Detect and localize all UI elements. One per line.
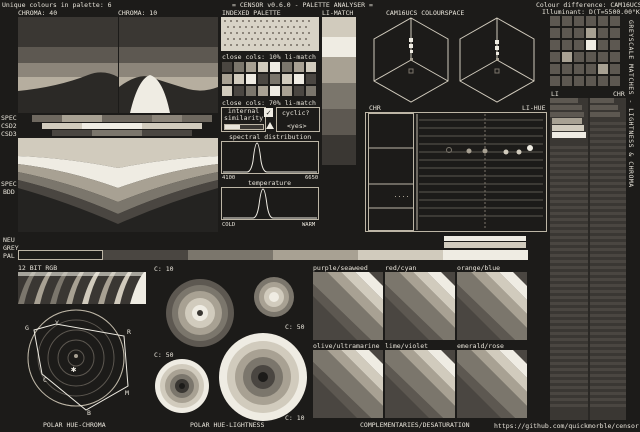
- pair-label-emerald-rose: emerald/rose: [457, 342, 504, 350]
- pair-label-purple-seaweed: purple/seaweed: [313, 264, 368, 272]
- csd3-label: CSD3: [1, 130, 17, 138]
- cold-label: COLD: [222, 222, 236, 228]
- complement-swatch-5: [385, 350, 455, 418]
- cyclic-value: <yes>: [287, 122, 307, 130]
- li-label: LI: [551, 90, 559, 98]
- warm-label: WARM: [302, 222, 316, 228]
- cyclic-checkbox[interactable]: ✓: [264, 108, 273, 117]
- c10b-label: C: 10: [285, 414, 305, 422]
- pair-label-red-cyan: red/cyan: [385, 264, 417, 272]
- complement-swatch-6: [457, 350, 527, 418]
- hue-lightness-disc-3: [155, 359, 209, 413]
- internal-similarity-label: internal similarity: [224, 107, 264, 122]
- chroma10-label: CHROMA: 10: [118, 9, 158, 17]
- close-cols-10-label: close cols: 10% li-match: [222, 53, 316, 61]
- similarity-bar: [224, 124, 264, 130]
- polar-letter-y: Y: [55, 319, 59, 327]
- li-match-label: LI-MATCH: [322, 9, 354, 17]
- spectral-plot: [221, 141, 319, 174]
- github-link[interactable]: https://github.com/quickmorble/censor: [494, 422, 639, 430]
- csd2-label: CSD2: [1, 122, 17, 130]
- chroma40-label: CHROMA: 40: [18, 9, 58, 17]
- pair-label-orange-blue: orange/blue: [457, 264, 501, 272]
- chroma-gradient-panel: [18, 17, 218, 113]
- polar-letter-r: R: [127, 328, 131, 336]
- close-cols-10-grid: [221, 61, 319, 97]
- top-right-grid: [550, 16, 622, 88]
- polar-hue-chroma: ✱: [27, 309, 129, 411]
- c10a-label: C: 10: [154, 265, 174, 273]
- indexed-palette-label: INDEXED PALETTE: [222, 9, 281, 17]
- hue-lightness-disc-4: [219, 333, 307, 421]
- polar-letter-m: M: [125, 389, 129, 397]
- c50a-label: C: 50: [285, 323, 305, 331]
- complement-swatch-4: [313, 350, 383, 418]
- app-title: = CENSOR v0.6.0 - PALETTE ANALYSER =: [232, 1, 373, 9]
- unique-colours-label: Unique colours in palette: 6: [2, 1, 112, 9]
- chr-left-label: CHR: [369, 104, 381, 112]
- neu-grey-label: NEU GREY: [3, 236, 19, 252]
- illuminant-label: Illuminant: D(T=5500.00°K): [542, 8, 640, 16]
- spectral-max-label: 6650: [305, 175, 319, 181]
- complement-swatch-1: [313, 272, 383, 340]
- greyscale-matches-label: GREYSCALE MATCHES - LIGHTNESS & CHROMA: [627, 20, 635, 188]
- spec2-label: SPEC: [1, 180, 17, 188]
- hue-lightness-disc-2: [254, 277, 294, 317]
- complement-swatch-2: [385, 272, 455, 340]
- 12bit-rgb-label: 12 BIT RGB: [18, 264, 58, 272]
- spectral-label: spectral distribution: [229, 133, 312, 141]
- neu-grey-bar: [444, 236, 526, 248]
- cyclic-label: cyclic?: [282, 109, 310, 117]
- pair-label-lime-violet: lime/violet: [385, 342, 429, 350]
- bdd-label: BDD: [3, 188, 15, 196]
- close-cols-70-label: close cols: 70% li-match: [222, 99, 316, 107]
- spec-label: SPEC: [1, 114, 17, 122]
- pair-label-olive-ultramarine: olive/ultramarine: [313, 342, 380, 350]
- polar-letter-g: G: [25, 324, 29, 332]
- chr-li-hue-panel: [365, 112, 547, 232]
- li-match-column: [322, 17, 356, 165]
- polar-hue-lightness-label: POLAR HUE-LIGHTNESS: [190, 421, 265, 429]
- li-hue-label: LI-HUE: [522, 104, 546, 112]
- polar-letter-b: B: [87, 409, 91, 417]
- triangle-icon: [266, 122, 274, 129]
- temperature-plot: [221, 187, 319, 220]
- li-chr-columns: [550, 98, 626, 420]
- chr-right-label: CHR: [613, 90, 625, 98]
- polar-letter-c: C: [43, 376, 47, 384]
- polar-hue-chroma-label: POLAR HUE-CHROMA: [43, 421, 106, 429]
- pal-label: PAL: [3, 252, 15, 260]
- svg-text:✱: ✱: [71, 365, 77, 375]
- spec-bars: [32, 115, 212, 136]
- bdd-band: [18, 138, 218, 232]
- spectral-min-label: 4100: [222, 175, 236, 181]
- temperature-label: temperature: [248, 179, 292, 187]
- indexed-palette: [221, 17, 319, 51]
- complement-swatch-3: [457, 272, 527, 340]
- cam16ucs-plot: [373, 17, 535, 103]
- 12bit-rgb-strip: [18, 272, 146, 304]
- palette-strip: [18, 250, 528, 260]
- complementaries-label: COMPLEMENTARIES/DESATURATION: [360, 421, 470, 429]
- similarity-bar-fill: [225, 125, 241, 129]
